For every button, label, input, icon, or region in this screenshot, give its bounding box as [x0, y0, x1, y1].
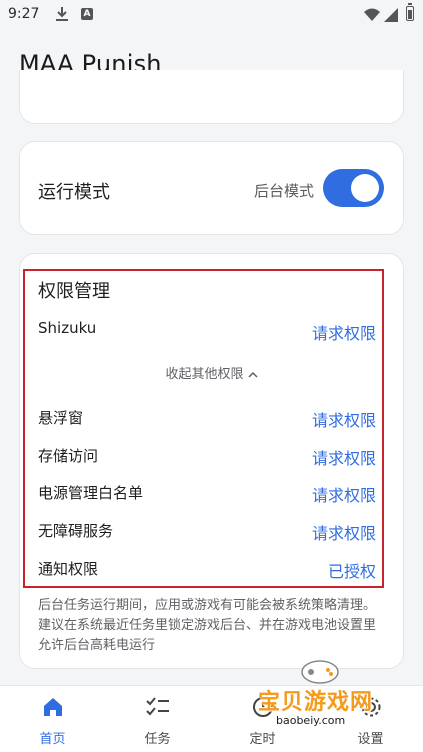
background-note: 后台任务运行期间，应用或游戏有可能会被系统策略清理。建议在系统最近任务里锁定游戏… — [38, 598, 377, 653]
notification-label: 通知权限 — [38, 560, 99, 578]
chevron-up-icon — [247, 367, 258, 382]
run-mode-card: 运行模式 后台模式 — [19, 141, 404, 235]
nav-home[interactable]: 首页 — [0, 686, 105, 752]
collapse-label: 收起其他权限 — [165, 367, 244, 382]
accessibility-label: 无障碍服务 — [38, 522, 114, 540]
watermark-text: 宝贝游戏网 — [258, 690, 374, 715]
storage-request-button[interactable]: 请求权限 — [312, 445, 376, 469]
permissions-title: 权限管理 — [38, 281, 110, 302]
gamepad-icon — [301, 660, 339, 684]
power-whitelist-request-button[interactable]: 请求权限 — [312, 482, 376, 506]
nav-tasks-label: 任务 — [144, 732, 171, 747]
watermark-logo: 宝贝游戏网 baobeiy.com — [254, 656, 394, 746]
toggle-knob — [351, 174, 379, 202]
run-mode-label: 运行模式 — [38, 182, 110, 203]
overlay-label: 悬浮窗 — [38, 409, 84, 427]
notification-a-icon: A — [81, 8, 93, 20]
shizuku-request-button[interactable]: 请求权限 — [312, 320, 376, 344]
status-time: 9:27 — [8, 6, 40, 22]
wifi-icon — [364, 7, 380, 26]
overlay-request-button[interactable]: 请求权限 — [312, 407, 376, 431]
home-icon — [42, 696, 64, 722]
previous-card — [19, 70, 404, 124]
signal-icon — [384, 7, 398, 26]
power-whitelist-label: 电源管理白名单 — [38, 484, 144, 502]
nav-home-label: 首页 — [39, 732, 66, 747]
nav-tasks[interactable]: 任务 — [105, 686, 210, 752]
checklist-icon — [145, 696, 170, 722]
accessibility-request-button[interactable]: 请求权限 — [312, 520, 376, 544]
battery-icon — [406, 3, 414, 21]
notification-granted-status[interactable]: 已授权 — [328, 558, 376, 582]
status-bar: 9:27 A — [0, 0, 423, 32]
download-icon — [55, 6, 69, 26]
shizuku-label: Shizuku — [38, 319, 97, 337]
collapse-other-permissions[interactable]: 收起其他权限 — [0, 363, 423, 382]
watermark-url: baobeiy.com — [272, 714, 350, 727]
storage-label: 存储访问 — [38, 447, 99, 465]
background-mode-toggle[interactable] — [323, 169, 384, 207]
run-mode-value: 后台模式 — [253, 182, 314, 200]
